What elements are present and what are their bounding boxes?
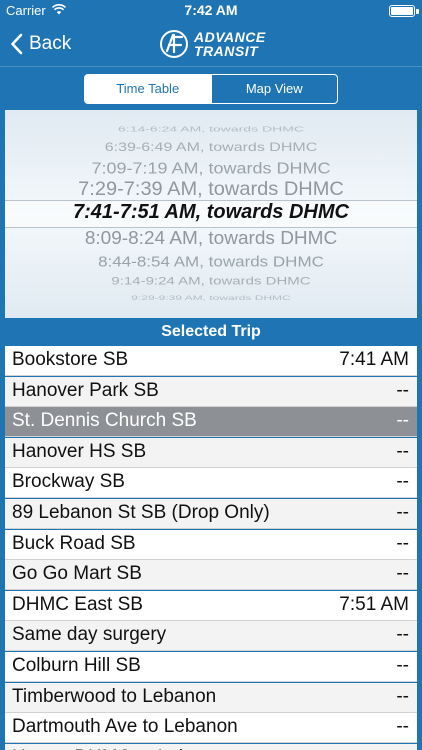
stop-time: -- (396, 532, 409, 554)
stop-time: -- (396, 716, 409, 738)
stop-name: Colburn Hill SB (12, 655, 141, 676)
stop-time: -- (396, 624, 409, 646)
stop-list: Bookstore SB 7:41 AM Hanover Park SB -- St. … (0, 346, 422, 750)
stop-row[interactable]: Timberwood to Lebanon -- (5, 682, 417, 713)
stop-row[interactable]: Bookstore SB 7:41 AM (5, 346, 417, 376)
stop-time: -- (396, 379, 409, 401)
stop-name: Same day surgery (12, 624, 167, 646)
stop-name: Timberwood to Lebanon (12, 685, 217, 707)
stop-time: -- (396, 502, 409, 523)
stop-name: Hanover HS SB (12, 440, 147, 462)
stop-row[interactable]: DHMC East SB 7:51 AM (5, 590, 417, 621)
picker-row[interactable]: 6:39-6:49 AM, towards DHMC (5, 141, 417, 155)
picker-row[interactable]: 7:09-7:19 AM, towards DHMC (5, 159, 417, 177)
logo-text-transit: TRANSIT (194, 43, 259, 59)
stop-time: 7:41 AM (339, 349, 409, 370)
stop-time: 7:51 AM (339, 593, 409, 615)
back-button[interactable]: Back (10, 30, 71, 58)
picker-container: 6:14-6:24 AM, towards DHMC 6:39-6:49 AM, … (0, 110, 422, 318)
stop-time: -- (396, 471, 409, 493)
stop-name: Dartmouth Ave to Lebanon (12, 716, 238, 738)
stop-row-selected[interactable]: St. Dennis Church SB -- (5, 407, 417, 438)
stop-time: -- (396, 685, 409, 707)
stop-name: Brockway SB (12, 471, 125, 493)
status-time: 7:42 AM (184, 2, 238, 18)
stop-row[interactable]: Dartmouth Ave to Lebanon -- (5, 713, 417, 744)
stop-row[interactable]: 89 Lebanon St SB (Drop Only) -- (5, 499, 417, 529)
segment-area: Time Table Map View (0, 66, 422, 110)
stop-name: 89 Lebanon St SB (Drop Only) (12, 502, 270, 523)
battery-cap (416, 9, 419, 14)
stop-time: -- (396, 440, 409, 462)
logo-mark-icon (160, 30, 188, 58)
section-header-selected-trip: Selected Trip (0, 318, 422, 346)
stop-row[interactable]: Heater DHMC to Leb-- (5, 743, 417, 750)
picker-row[interactable]: 9:14-9:24 AM, towards DHMC (5, 275, 417, 287)
stop-row[interactable]: Hanover HS SB -- (5, 437, 417, 468)
stop-row[interactable]: Brockway SB -- (5, 468, 417, 499)
trip-picker[interactable]: 6:14-6:24 AM, towards DHMC 6:39-6:49 AM, … (5, 110, 417, 318)
stop-row[interactable]: Buck Road SB -- (5, 529, 417, 560)
battery-icon (389, 5, 415, 17)
picker-row-selected[interactable]: 7:41-7:51 AM, towards DHMC (5, 201, 417, 224)
stop-name: Go Go Mart SB (12, 563, 142, 585)
stop-row[interactable]: Go Go Mart SB -- (5, 560, 417, 591)
stop-name: DHMC East SB (12, 593, 143, 615)
stop-row[interactable]: Hanover Park SB -- (5, 376, 417, 407)
advance-transit-logo: ADVANCE TRANSIT (159, 25, 266, 63)
picker-row[interactable]: 6:14-6:24 AM, towards DHMC (5, 125, 417, 134)
back-label: Back (29, 33, 72, 54)
chevron-left-icon (11, 33, 23, 55)
stop-row[interactable]: Colburn Hill SB -- (5, 652, 417, 682)
stop-time: -- (396, 563, 409, 585)
logo-text-advance: ADVANCE (194, 29, 266, 45)
stop-row[interactable]: Same day surgery -- (5, 621, 417, 652)
picker-row[interactable]: 7:29-7:39 AM, towards DHMC (5, 178, 417, 200)
status-bar: Carrier 7:42 AM (0, 0, 422, 22)
view-segmented-control: Time Table Map View (84, 74, 338, 104)
navigation-bar: Back ADVANCE TRANSIT (0, 22, 422, 66)
stop-name: St. Dennis Church SB (12, 410, 197, 432)
stop-name: Buck Road SB (12, 532, 136, 554)
stop-time: -- (396, 655, 409, 676)
picker-row[interactable]: 9:29-9:39 AM, towards DHMC (5, 295, 417, 302)
tab-map-view[interactable]: Map View (210, 75, 338, 103)
picker-row[interactable]: 8:09-8:24 AM, towards DHMC (5, 228, 417, 249)
stop-name: Bookstore SB (12, 349, 129, 370)
tab-time-table[interactable]: Time Table (85, 75, 211, 103)
stop-name: Hanover Park SB (12, 379, 159, 401)
stop-time: -- (396, 410, 409, 432)
picker-row[interactable]: 8:44-8:54 AM, towards DHMC (5, 253, 417, 270)
